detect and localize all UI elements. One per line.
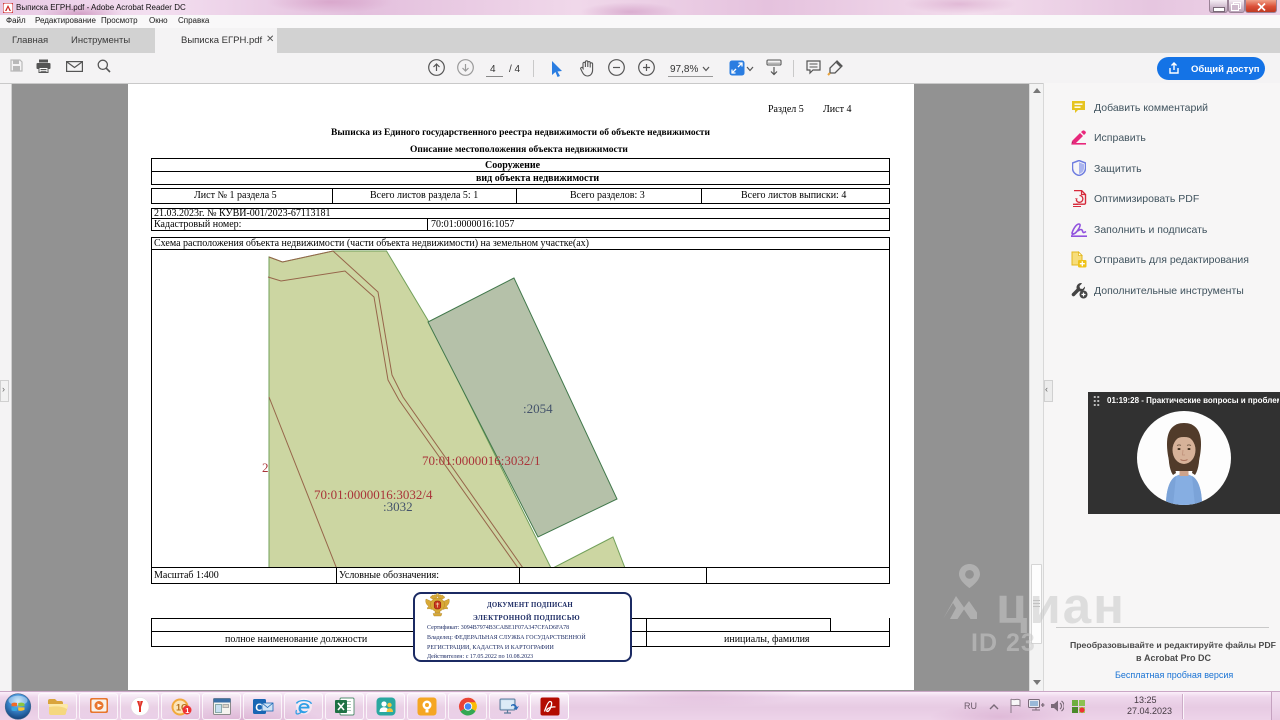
svg-text:1: 1 [185,706,189,715]
svg-text::3032: :3032 [383,499,413,514]
svg-text:70:01:0000016:3032/1: 70:01:0000016:3032/1 [422,453,540,468]
svg-text:70:01:0000016:3032/4: 70:01:0000016:3032/4 [314,487,433,502]
svg-text::2054: :2054 [523,401,553,416]
svg-text:2: 2 [262,460,269,475]
